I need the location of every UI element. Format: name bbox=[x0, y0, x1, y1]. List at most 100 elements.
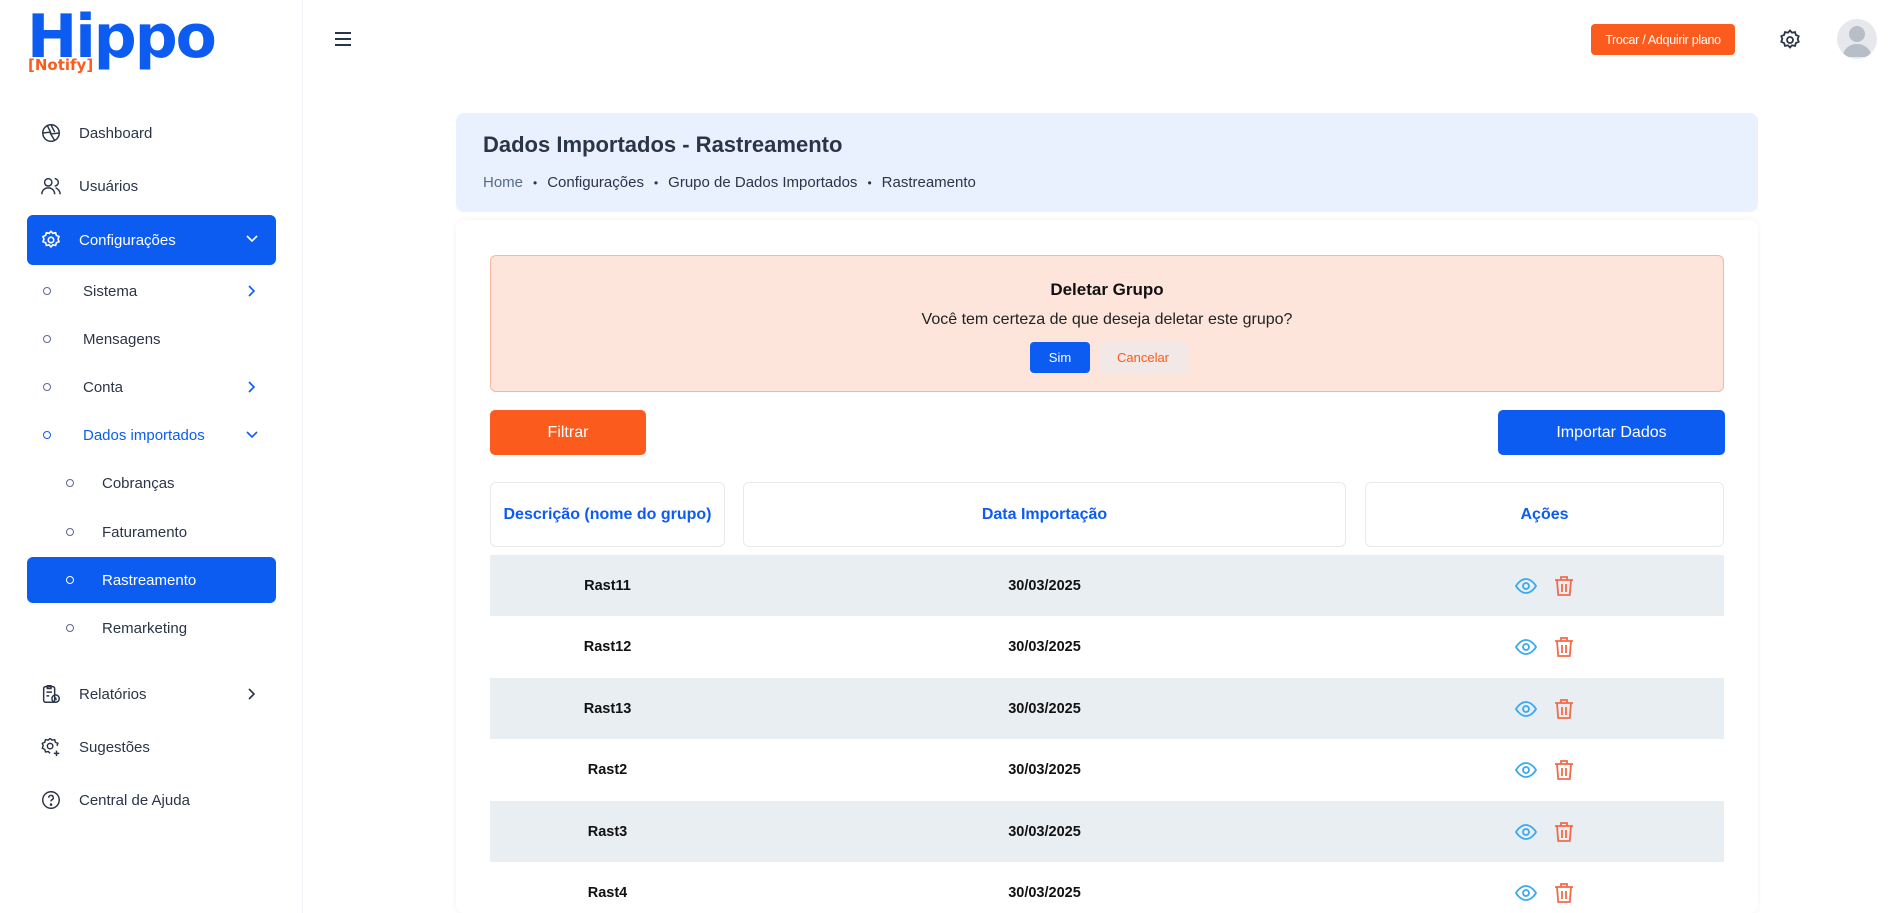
sidebar-item-central-ajuda[interactable]: Central de Ajuda bbox=[27, 776, 276, 824]
table-row: Rast2 30/03/2025 bbox=[490, 740, 1724, 801]
cell-import-date: 30/03/2025 bbox=[1008, 885, 1081, 901]
sidebar-item-label: Sugestões bbox=[79, 738, 150, 756]
bullet-icon bbox=[43, 383, 51, 391]
table-row: Rast13 30/03/2025 bbox=[490, 678, 1724, 739]
sidebar-item-cobrancas[interactable]: Cobranças bbox=[27, 460, 276, 506]
bullet-icon bbox=[43, 335, 51, 343]
report-clock-icon bbox=[39, 682, 63, 706]
column-header-description: Descrição (nome do grupo) bbox=[490, 482, 725, 547]
logo-tagline: [Notify] bbox=[28, 56, 94, 74]
sidebar-item-label: Remarketing bbox=[102, 619, 188, 637]
sidebar-item-label: Usuários bbox=[79, 177, 139, 195]
breadcrumb-separator: • bbox=[867, 175, 872, 190]
sidebar-item-label: Dashboard bbox=[79, 124, 153, 142]
table-row: Rast4 30/03/2025 bbox=[490, 863, 1724, 913]
trash-icon[interactable] bbox=[1551, 573, 1577, 599]
chevron-right-icon bbox=[248, 381, 256, 393]
breadcrumb-home[interactable]: Home bbox=[483, 174, 523, 191]
sidebar-item-relatorios[interactable]: Relatórios bbox=[27, 670, 276, 718]
filter-button[interactable]: Filtrar bbox=[490, 410, 646, 455]
bullet-icon bbox=[66, 576, 74, 584]
page-header: Dados Importados - Rastreamento Home • C… bbox=[456, 113, 1758, 212]
sidebar-item-sistema[interactable]: Sistema bbox=[27, 268, 276, 314]
cell-group-name: Rast13 bbox=[583, 700, 632, 717]
column-header-actions: Ações bbox=[1365, 482, 1724, 547]
cancel-delete-button[interactable]: Cancelar bbox=[1099, 342, 1187, 373]
cell-actions bbox=[1365, 555, 1724, 616]
sidebar-item-faturamento[interactable]: Faturamento bbox=[27, 509, 276, 555]
sidebar-item-rastreamento[interactable]: Rastreamento bbox=[27, 557, 276, 603]
cell-import-date: 30/03/2025 bbox=[1008, 823, 1081, 840]
bullet-icon bbox=[43, 431, 51, 439]
sidebar-item-dados-importados[interactable]: Dados importados bbox=[27, 412, 276, 458]
eye-icon[interactable] bbox=[1513, 573, 1539, 599]
table-row: Rast11 30/03/2025 bbox=[490, 555, 1724, 616]
import-data-button[interactable]: Importar Dados bbox=[1498, 410, 1725, 455]
brand-logo[interactable]: Hippo [Notify] bbox=[27, 6, 217, 76]
breadcrumb-grupo[interactable]: Grupo de Dados Importados bbox=[668, 174, 857, 191]
eye-icon[interactable] bbox=[1513, 757, 1539, 783]
delete-confirm-alert: Deletar Grupo Você tem certeza de que de… bbox=[490, 255, 1724, 392]
content-card: Deletar Grupo Você tem certeza de que de… bbox=[456, 220, 1758, 913]
cell-group-name: Rast4 bbox=[587, 885, 628, 901]
cell-import-date: 30/03/2025 bbox=[1008, 639, 1081, 655]
sidebar-item-remarketing[interactable]: Remarketing bbox=[27, 605, 276, 651]
cell-actions bbox=[1365, 863, 1724, 913]
trash-icon[interactable] bbox=[1551, 819, 1577, 845]
eye-icon[interactable] bbox=[1513, 696, 1539, 722]
breadcrumb-current: Rastreamento bbox=[881, 174, 976, 191]
sidebar-item-label: Relatórios bbox=[79, 685, 147, 703]
table-row: Rast3 30/03/2025 bbox=[490, 801, 1724, 862]
sidebar-item-label: Sistema bbox=[83, 282, 138, 300]
app-root: Hippo [Notify] Dashboard Usuários Config… bbox=[0, 0, 1898, 913]
aperture-icon bbox=[39, 121, 63, 145]
cell-group-name: Rast12 bbox=[583, 639, 632, 655]
sidebar-item-label: Dados importados bbox=[83, 426, 205, 444]
breadcrumb-separator: • bbox=[653, 175, 659, 190]
trash-icon[interactable] bbox=[1551, 634, 1577, 660]
sidebar-item-label: Mensagens bbox=[83, 330, 161, 348]
cell-group-name: Rast11 bbox=[584, 577, 631, 594]
chevron-right-icon bbox=[248, 688, 256, 700]
sidebar-item-conta[interactable]: Conta bbox=[27, 364, 276, 410]
eye-icon[interactable] bbox=[1513, 634, 1539, 660]
menu-toggle-icon[interactable] bbox=[332, 28, 354, 50]
sidebar-item-label: Conta bbox=[83, 378, 124, 396]
sidebar-item-sugestoes[interactable]: Sugestões bbox=[27, 723, 276, 771]
gear-icon[interactable] bbox=[1778, 28, 1802, 52]
column-header-date: Data Importação bbox=[743, 482, 1346, 547]
trash-icon[interactable] bbox=[1551, 880, 1577, 906]
help-circle-icon bbox=[39, 788, 63, 812]
trash-icon[interactable] bbox=[1551, 696, 1577, 722]
sidebar-item-mensagens[interactable]: Mensagens bbox=[27, 316, 276, 362]
cell-actions bbox=[1365, 617, 1724, 678]
sidebar-item-usuarios[interactable]: Usuários bbox=[27, 162, 276, 210]
bullet-icon bbox=[43, 287, 51, 295]
users-icon bbox=[39, 174, 63, 198]
sidebar-item-label: Cobranças bbox=[102, 474, 175, 492]
cell-actions bbox=[1365, 801, 1724, 862]
eye-icon[interactable] bbox=[1513, 880, 1539, 906]
trash-icon[interactable] bbox=[1551, 757, 1577, 783]
settings-icon bbox=[39, 228, 63, 252]
page-title: Dados Importados - Rastreamento bbox=[483, 132, 843, 157]
change-plan-button[interactable]: Trocar / Adquirir plano bbox=[1591, 24, 1735, 55]
breadcrumb-configuracoes[interactable]: Configurações bbox=[547, 174, 644, 191]
cell-import-date: 30/03/2025 bbox=[1008, 700, 1081, 717]
settings-plus-icon bbox=[39, 735, 63, 759]
eye-icon[interactable] bbox=[1513, 819, 1539, 845]
confirm-delete-button[interactable]: Sim bbox=[1030, 342, 1090, 373]
cell-actions bbox=[1365, 678, 1724, 739]
cell-group-name: Rast2 bbox=[587, 762, 628, 778]
sidebar-item-label: Configurações bbox=[79, 231, 176, 249]
alert-message: Você tem certeza de que deseja deletar e… bbox=[921, 311, 1293, 328]
cell-group-name: Rast3 bbox=[587, 823, 628, 840]
avatar[interactable] bbox=[1837, 19, 1877, 59]
sidebar-item-label: Faturamento bbox=[102, 523, 188, 541]
chevron-down-icon bbox=[246, 235, 258, 243]
bullet-icon bbox=[66, 624, 74, 632]
breadcrumb: Home • Configurações • Grupo de Dados Im… bbox=[483, 174, 976, 191]
sidebar-item-dashboard[interactable]: Dashboard bbox=[27, 109, 276, 157]
chevron-down-icon bbox=[246, 431, 258, 439]
sidebar-item-configuracoes[interactable]: Configurações bbox=[27, 215, 276, 265]
